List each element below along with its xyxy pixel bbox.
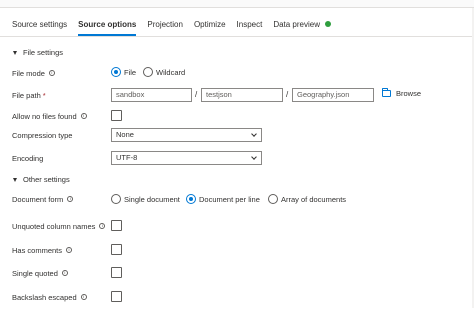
- chevron-down-icon: [251, 131, 257, 137]
- tab-inspect[interactable]: Inspect: [237, 19, 263, 31]
- document-per-line-radio[interactable]: Document per line: [186, 194, 260, 204]
- compression-type-row: Compression type: [12, 128, 72, 142]
- tab-source-options[interactable]: Source options: [78, 19, 137, 36]
- chevron-down-icon: [251, 154, 257, 160]
- collapse-caret-icon: [13, 177, 17, 182]
- info-icon[interactable]: i: [67, 196, 74, 202]
- file-mode-file-label: File: [124, 67, 137, 77]
- other-settings-header[interactable]: Other settings: [13, 175, 70, 184]
- other-settings-title: Other settings: [23, 175, 70, 184]
- tab-optimize[interactable]: Optimize: [194, 19, 226, 31]
- file-path-row: File path *: [12, 88, 46, 102]
- path-separator: /: [195, 90, 198, 99]
- file-mode-wildcard-label: Wildcard: [156, 67, 186, 77]
- has-comments-checkbox[interactable]: [111, 244, 122, 255]
- path-separator: /: [286, 90, 289, 99]
- directory-input[interactable]: testjson: [201, 88, 283, 102]
- file-mode-row: File mode i: [12, 66, 55, 80]
- folder-icon: [382, 88, 391, 97]
- array-of-documents-label: Array of documents: [281, 194, 347, 204]
- file-mode-label: File mode: [12, 68, 45, 78]
- radio-empty-icon: [268, 194, 278, 204]
- single-quoted-row: Single quoted i: [12, 266, 68, 280]
- encoding-row: Encoding: [12, 151, 43, 165]
- encoding-value: UTF-8: [116, 153, 138, 162]
- browse-label: Browse: [396, 89, 422, 98]
- encoding-select[interactable]: UTF-8: [111, 151, 262, 165]
- radio-empty-icon: [111, 194, 121, 204]
- tab-source-settings[interactable]: Source settings: [12, 19, 67, 31]
- radio-empty-icon: [143, 67, 153, 77]
- status-dot-icon: [325, 21, 331, 27]
- array-of-documents-radio[interactable]: Array of documents: [268, 194, 346, 204]
- backslash-escaped-label: Backslash escaped: [12, 292, 77, 302]
- single-document-label: Single document: [124, 194, 180, 204]
- compression-type-select[interactable]: None: [111, 128, 262, 142]
- tab-bar: Source settings Source options Projectio…: [12, 19, 342, 37]
- file-mode-file-radio[interactable]: File: [111, 67, 136, 77]
- single-quoted-label: Single quoted: [12, 268, 58, 278]
- has-comments-label: Has comments: [12, 245, 63, 255]
- backslash-escaped-row: Backslash escaped i: [12, 290, 87, 304]
- container-input[interactable]: sandbox: [111, 88, 192, 102]
- info-icon[interactable]: i: [48, 70, 55, 76]
- single-quoted-checkbox[interactable]: [111, 267, 122, 278]
- info-icon[interactable]: i: [61, 270, 68, 276]
- file-settings-title: File settings: [23, 48, 64, 57]
- document-per-line-label: Document per line: [199, 194, 260, 204]
- file-name-input[interactable]: Geography.json: [292, 88, 374, 102]
- required-marker: *: [42, 90, 46, 100]
- radio-selected-icon: [111, 67, 121, 77]
- allow-no-files-row: Allow no files found i: [12, 109, 87, 123]
- info-icon[interactable]: i: [80, 113, 87, 119]
- encoding-label: Encoding: [12, 153, 44, 163]
- document-form-label: Document form: [12, 194, 64, 204]
- tab-data-preview[interactable]: Data preview: [273, 19, 331, 31]
- tab-data-preview-label: Data preview: [273, 20, 320, 29]
- tab-projection[interactable]: Projection: [147, 19, 183, 31]
- backslash-escaped-checkbox[interactable]: [111, 291, 122, 302]
- info-icon[interactable]: i: [66, 247, 73, 253]
- compression-type-label: Compression type: [12, 130, 73, 140]
- allow-no-files-checkbox[interactable]: [111, 110, 122, 121]
- info-icon[interactable]: i: [80, 294, 87, 300]
- file-path-label: File path: [12, 90, 41, 100]
- document-form-row: Document form i: [12, 192, 74, 206]
- file-settings-header[interactable]: File settings: [13, 48, 63, 57]
- unquoted-column-names-row: Unquoted column names i: [12, 219, 106, 233]
- has-comments-row: Has comments i: [12, 243, 73, 257]
- collapse-caret-icon: [13, 50, 17, 55]
- tabs-divider: [0, 36, 474, 37]
- file-mode-wildcard-radio[interactable]: Wildcard: [143, 67, 185, 77]
- browse-button[interactable]: Browse: [382, 88, 422, 98]
- single-document-radio[interactable]: Single document: [111, 194, 180, 204]
- allow-no-files-label: Allow no files found: [12, 111, 77, 121]
- top-band: [0, 0, 474, 8]
- radio-selected-icon: [186, 194, 196, 204]
- info-icon[interactable]: i: [99, 223, 106, 229]
- compression-type-value: None: [116, 130, 134, 139]
- unquoted-column-names-checkbox[interactable]: [111, 220, 122, 231]
- unquoted-column-names-label: Unquoted column names: [12, 221, 96, 231]
